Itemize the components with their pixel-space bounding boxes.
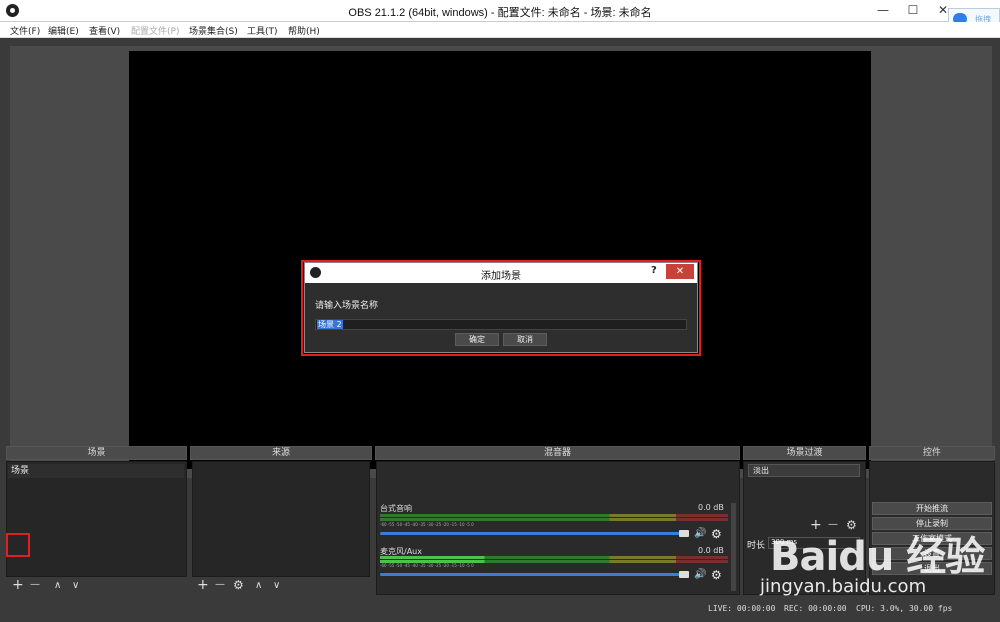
mixer-dock-header: 混音器: [375, 446, 740, 460]
dialog-title: 添加场景: [481, 271, 521, 282]
maximize-button[interactable]: ☐: [900, 0, 926, 20]
mixer-scrollbar[interactable]: [731, 503, 736, 591]
volume-slider[interactable]: [380, 532, 688, 535]
menu-edit[interactable]: 编辑(E): [48, 24, 79, 37]
remove-scene-button[interactable]: —: [30, 578, 40, 592]
move-source-down-button[interactable]: ∨: [273, 579, 280, 593]
transition-select[interactable]: 淡出: [748, 464, 860, 477]
audio-settings-icon[interactable]: ⚙: [711, 527, 722, 541]
menu-profile[interactable]: 配置文件(P): [131, 24, 179, 37]
rec-status: REC: 00:00:00: [784, 604, 847, 613]
baidu-watermark-url: jingyan.baidu.com: [760, 576, 927, 597]
volume-slider-knob[interactable]: [679, 571, 689, 578]
scene-name-value: 场景 2: [317, 320, 343, 329]
menu-view[interactable]: 查看(V): [89, 24, 120, 37]
help-button[interactable]: ?: [651, 265, 657, 276]
meter-ticks: -60 -55 -50 -45 -40 -35 -30 -25 -20 -15 …: [380, 563, 474, 568]
menu-scene-collection[interactable]: 场景集合(S): [189, 24, 238, 37]
mixer-channel-db: 0.0 dB: [698, 546, 724, 555]
dialog-close-button[interactable]: ✕: [666, 264, 694, 279]
scene-name-input[interactable]: 场景 2: [315, 319, 687, 330]
add-scene-dialog: 添加场景 ? ✕ 请输入场景名称 场景 2 确定 取消: [304, 262, 698, 353]
speaker-icon[interactable]: 🔊: [694, 528, 706, 539]
live-status: LIVE: 00:00:00: [708, 604, 776, 613]
scenes-list[interactable]: [6, 461, 187, 577]
move-source-up-button[interactable]: ∧: [255, 579, 262, 593]
mixer-channel-name: 台式音响: [380, 504, 412, 513]
transitions-dock-header: 场景过渡: [743, 446, 866, 460]
dialog-title-bar: 添加场景 ? ✕: [305, 263, 697, 283]
menu-bar: 文件(F) 编辑(E) 查看(V) 配置文件(P) 场景集合(S) 工具(T) …: [0, 22, 1000, 38]
cpu-status: CPU: 3.0%, 30.00 fps: [856, 604, 953, 613]
audio-settings-icon[interactable]: ⚙: [711, 568, 722, 582]
meter-ticks: -60 -55 -50 -45 -40 -35 -30 -25 -20 -15 …: [380, 522, 474, 527]
scenes-dock-header: 场景: [6, 446, 187, 460]
volume-slider-knob[interactable]: [679, 530, 689, 537]
mixer-channel-db: 0.0 dB: [698, 503, 724, 512]
move-scene-down-button[interactable]: ∨: [72, 579, 79, 593]
cancel-button[interactable]: 取消: [503, 333, 547, 346]
ok-button[interactable]: 确定: [455, 333, 499, 346]
volume-meter: [380, 514, 728, 517]
add-button-highlight: [6, 533, 30, 557]
duration-label: 时长: [747, 541, 766, 551]
menu-help[interactable]: 帮助(H): [288, 24, 320, 37]
menu-tools[interactable]: 工具(T): [247, 24, 278, 37]
sources-dock-header: 来源: [190, 446, 372, 460]
menu-file[interactable]: 文件(F): [10, 24, 40, 37]
move-scene-up-button[interactable]: ∧: [54, 579, 61, 593]
start-streaming-button[interactable]: 开始推流: [872, 502, 992, 515]
volume-slider[interactable]: [380, 573, 688, 576]
controls-dock-header: 控件: [869, 446, 995, 460]
minimize-button[interactable]: —: [870, 0, 896, 20]
window-title: OBS 21.1.2 (64bit, windows) - 配置文件: 未命名 …: [348, 7, 652, 19]
dialog-prompt: 请输入场景名称: [315, 301, 379, 311]
baidu-watermark-logo: Baidu 经验: [770, 534, 985, 580]
add-scene-button[interactable]: +: [12, 578, 24, 592]
title-bar: OBS 21.1.2 (64bit, windows) - 配置文件: 未命名 …: [0, 0, 1000, 22]
remove-source-button[interactable]: —: [215, 578, 225, 592]
add-source-button[interactable]: +: [197, 578, 209, 592]
source-settings-icon[interactable]: ⚙: [233, 578, 244, 592]
scene-list-item[interactable]: 场景: [8, 464, 184, 478]
sources-list[interactable]: [192, 461, 370, 577]
speaker-icon[interactable]: 🔊: [694, 569, 706, 580]
volume-meter: [380, 518, 728, 521]
volume-meter: [380, 556, 728, 559]
